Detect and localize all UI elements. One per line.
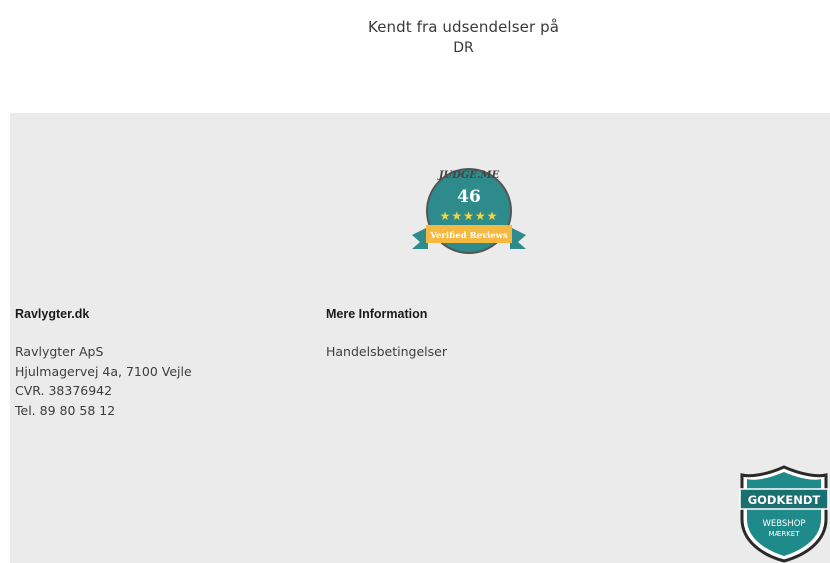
godkendt-badge[interactable]: GODKENDT WEBSHOP MÆRKET	[738, 465, 830, 563]
info-links: Handelsbetingelser	[326, 342, 447, 362]
star-rating: ★★★★★	[440, 209, 499, 223]
company-cvr: CVR. 38376942	[15, 383, 113, 398]
judgeme-brand: JUDGE.ME	[437, 170, 500, 181]
godkendt-label: GODKENDT	[748, 493, 821, 507]
company-address: Hjulmagervej 4a, 7100 Vejle	[15, 363, 192, 379]
maerket-label: MÆRKET	[768, 530, 800, 538]
review-count: 46	[457, 187, 481, 207]
webshop-label: WEBSHOP	[762, 519, 805, 529]
footer-col2-title: Mere Information	[326, 307, 428, 321]
terms-link[interactable]: Handelsbetingelser	[326, 342, 447, 362]
company-info: Ravlygter ApS Hjulmagervej 4a, 7100 Vejl…	[15, 342, 192, 420]
footer-col1-title: Ravlygter.dk	[15, 307, 90, 321]
verified-reviews-label: Verified Reviews	[429, 231, 508, 241]
company-name: Ravlygter ApS	[15, 344, 104, 359]
known-from-channel: DR	[453, 40, 474, 56]
known-from-section: Kendt fra udsendelser på DR	[0, 0, 830, 113]
ribbon-left-tail	[412, 227, 428, 249]
known-from-title: Kendt fra udsendelser på	[368, 18, 559, 36]
footer: JUDGE.ME 46 ★★★★★ Verified Reviews Ravly…	[10, 113, 830, 563]
ribbon-right-tail	[510, 227, 526, 249]
company-phone: Tel. 89 80 58 12	[15, 402, 116, 418]
judgeme-badge[interactable]: JUDGE.ME 46 ★★★★★ Verified Reviews	[406, 165, 532, 265]
